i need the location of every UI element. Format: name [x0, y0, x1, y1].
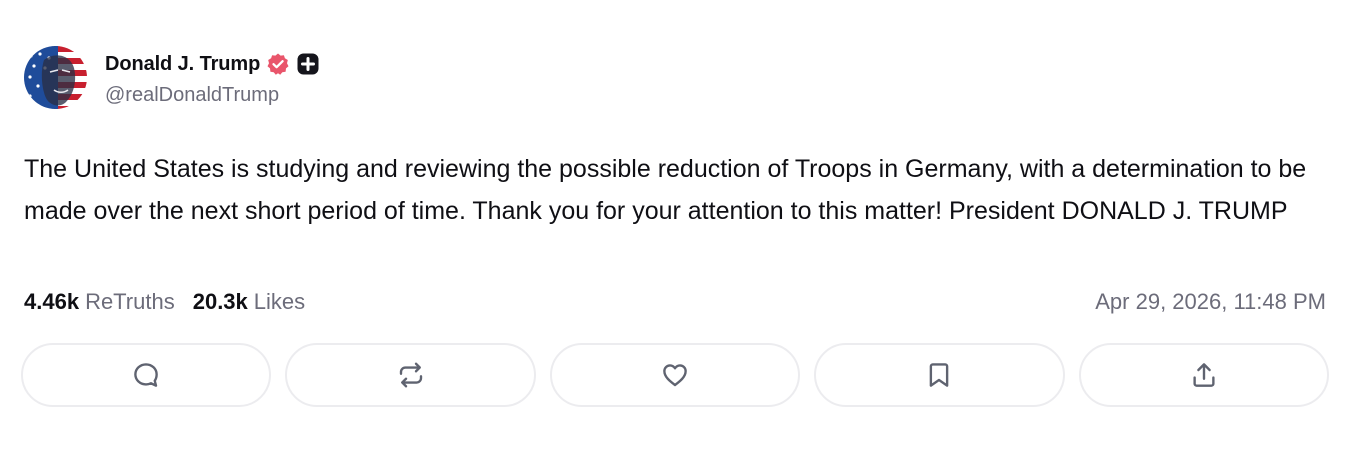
post-text: The United States is studying and review…	[24, 155, 1307, 225]
likes-label: Likes	[253, 289, 306, 314]
retruth-button[interactable]	[285, 343, 536, 407]
author-header: Donald J. Trump	[105, 50, 320, 78]
share-icon	[1193, 363, 1215, 387]
author-name[interactable]: Donald J. Trump	[105, 53, 260, 76]
retruths-stat[interactable]: 4.46k ReTruths	[24, 289, 175, 315]
plus-badge-icon	[296, 52, 320, 76]
likes-stat[interactable]: 20.3k Likes	[193, 289, 305, 315]
reply-icon	[134, 363, 159, 387]
verified-badge-icon	[266, 52, 290, 76]
action-bar	[21, 343, 1330, 409]
author-handle[interactable]: @realDonaldTrump	[105, 84, 279, 107]
reply-button[interactable]	[21, 343, 272, 407]
truth-post: Donald J. Trump @realDonaldTrump The Uni…	[0, 0, 1346, 472]
avatar[interactable]	[24, 46, 87, 109]
like-button[interactable]	[549, 343, 801, 407]
share-button[interactable]	[1078, 343, 1330, 407]
retruth-icon	[399, 362, 422, 388]
heart-icon	[663, 364, 687, 387]
likes-count: 20.3k	[192, 289, 248, 314]
bookmark-button[interactable]	[814, 343, 1065, 407]
post-timestamp[interactable]: Apr 29, 2026, 11:48 PM	[1095, 289, 1326, 315]
avatar-image	[24, 46, 87, 109]
post-stats: 4.46k ReTruths 20.3k Likes	[24, 289, 305, 315]
retruths-label: ReTruths	[85, 289, 175, 314]
bookmark-icon	[930, 363, 949, 387]
retruths-count: 4.46k	[24, 289, 80, 314]
